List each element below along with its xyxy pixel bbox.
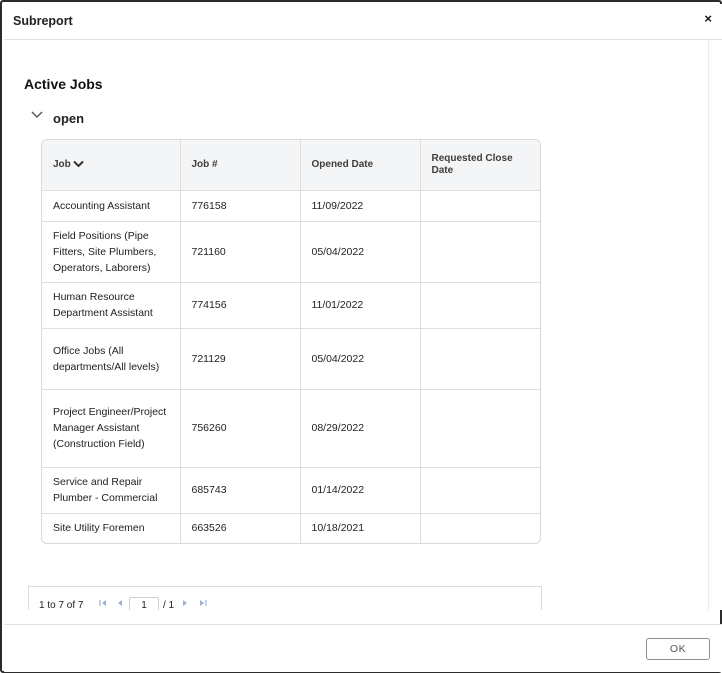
column-header-opened-date[interactable]: Opened Date bbox=[300, 140, 421, 191]
close-icon[interactable]: × bbox=[704, 11, 712, 26]
sort-descending-icon[interactable] bbox=[73, 160, 84, 168]
pager-total: / 1 bbox=[163, 600, 175, 610]
pager-summary: 1 to 7 of 7 bbox=[39, 600, 84, 610]
table-row[interactable]: Site Utility Foremen 663526 10/18/2021 bbox=[42, 513, 540, 543]
table-row[interactable]: Project Engineer/Project Manager Assista… bbox=[42, 389, 540, 468]
cell-job: Field Positions (Pipe Fitters, Site Plum… bbox=[42, 221, 181, 283]
subreport-dialog: Subreport × Active Jobs open Job Job # O… bbox=[0, 0, 722, 673]
table-row[interactable]: Accounting Assistant 776158 11/09/2022 bbox=[42, 190, 540, 222]
cell-opened-date: 05/04/2022 bbox=[300, 221, 421, 283]
cell-opened-date: 11/01/2022 bbox=[300, 282, 421, 329]
column-header-job[interactable]: Job bbox=[42, 140, 181, 191]
table-row[interactable]: Office Jobs (All departments/All levels)… bbox=[42, 328, 540, 390]
cell-requested-close-date bbox=[420, 221, 540, 283]
page-number-input[interactable] bbox=[129, 597, 159, 610]
dialog-footer: OK bbox=[4, 624, 722, 672]
first-page-icon[interactable] bbox=[99, 599, 107, 607]
cell-opened-date: 11/09/2022 bbox=[300, 190, 421, 222]
dialog-content[interactable]: Active Jobs open Job Job # Opened Date R… bbox=[4, 40, 722, 610]
cell-job-number: 756260 bbox=[180, 389, 301, 468]
cell-opened-date: 05/04/2022 bbox=[300, 328, 421, 390]
cell-job-number: 685743 bbox=[180, 467, 301, 514]
cell-job: Project Engineer/Project Manager Assista… bbox=[42, 389, 181, 468]
jobs-table: Job Job # Opened Date Requested Close Da… bbox=[41, 139, 541, 544]
group-label: open bbox=[53, 111, 85, 126]
cell-requested-close-date bbox=[420, 467, 540, 514]
prev-page-icon[interactable] bbox=[117, 599, 123, 607]
ok-button[interactable]: OK bbox=[646, 638, 710, 660]
table-pager: 1 to 7 of 7 / 1 bbox=[28, 586, 542, 610]
cell-job-number: 663526 bbox=[180, 513, 301, 543]
table-row[interactable]: Human Resource Department Assistant 7741… bbox=[42, 282, 540, 329]
cell-requested-close-date bbox=[420, 328, 540, 390]
cell-job-number: 721129 bbox=[180, 328, 301, 390]
column-header-job-number[interactable]: Job # bbox=[180, 140, 301, 191]
cell-requested-close-date bbox=[420, 190, 540, 222]
vertical-scrollbar[interactable] bbox=[708, 40, 722, 610]
table-row[interactable]: Service and Repair Plumber - Commercial … bbox=[42, 467, 540, 514]
cell-job-number: 774156 bbox=[180, 282, 301, 329]
cell-job-number: 776158 bbox=[180, 190, 301, 222]
cell-opened-date: 08/29/2022 bbox=[300, 389, 421, 468]
column-header-label: Job bbox=[53, 158, 71, 170]
next-page-icon[interactable] bbox=[182, 599, 188, 607]
dialog-title: Subreport bbox=[13, 14, 73, 28]
table-header-row: Job Job # Opened Date Requested Close Da… bbox=[42, 140, 540, 191]
cell-requested-close-date bbox=[420, 513, 540, 543]
cell-job: Accounting Assistant bbox=[42, 190, 181, 222]
chevron-down-icon[interactable] bbox=[30, 108, 44, 122]
cell-opened-date: 10/18/2021 bbox=[300, 513, 421, 543]
column-header-requested-close-date[interactable]: Requested Close Date bbox=[420, 140, 540, 191]
cell-requested-close-date bbox=[420, 389, 540, 468]
dialog-titlebar: Subreport × bbox=[4, 4, 722, 40]
section-title: Active Jobs bbox=[24, 76, 103, 92]
cell-job: Site Utility Foremen bbox=[42, 513, 181, 543]
last-page-icon[interactable] bbox=[199, 599, 207, 607]
cell-job: Service and Repair Plumber - Commercial bbox=[42, 467, 181, 514]
cell-job: Office Jobs (All departments/All levels) bbox=[42, 328, 181, 390]
cell-job: Human Resource Department Assistant bbox=[42, 282, 181, 329]
table-row[interactable]: Field Positions (Pipe Fitters, Site Plum… bbox=[42, 221, 540, 283]
cell-requested-close-date bbox=[420, 282, 540, 329]
cell-opened-date: 01/14/2022 bbox=[300, 467, 421, 514]
cell-job-number: 721160 bbox=[180, 221, 301, 283]
